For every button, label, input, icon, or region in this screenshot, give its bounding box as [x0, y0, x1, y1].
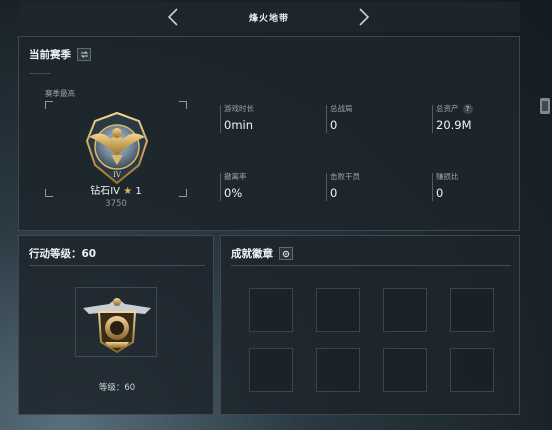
diamond-rank-emblem-icon: IV — [85, 111, 149, 185]
stat-label-text: 总资产 — [436, 104, 459, 113]
level-header: 行动等级：60 — [29, 246, 96, 261]
level-title: 行动等级：60 — [29, 248, 97, 260]
divider — [231, 265, 511, 266]
next-mode-button[interactable] — [354, 7, 374, 27]
badge-slot[interactable] — [316, 348, 360, 392]
season-best-label: 赛季最高 — [45, 89, 75, 98]
chevron-right-icon — [359, 8, 370, 26]
stat-label: 游戏时长 — [224, 104, 254, 113]
swap-icon — [80, 51, 88, 58]
previous-mode-button[interactable] — [163, 7, 183, 27]
rank-star-count: 1 — [135, 186, 142, 197]
chevron-left-icon — [167, 8, 178, 26]
star-icon: ★ — [123, 186, 133, 197]
divider — [29, 265, 205, 266]
stat-value: 0min — [224, 118, 254, 132]
stat-value: 0 — [330, 186, 338, 200]
stat-label: 击败干员 — [330, 172, 360, 181]
badges-header: 成就徽章 — [231, 246, 293, 261]
stat-value: 0 — [436, 186, 444, 200]
badges-settings-button[interactable] — [279, 247, 293, 260]
season-switch-button[interactable] — [77, 48, 91, 61]
rank-score: 3750 — [105, 199, 127, 209]
mode-title: 烽火地带 — [248, 13, 289, 24]
badge-slot[interactable] — [316, 288, 360, 332]
badge-slot[interactable] — [249, 348, 293, 392]
badge-slot[interactable] — [383, 288, 427, 332]
badges-title: 成就徽章 — [231, 248, 273, 260]
divider — [29, 73, 51, 74]
season-header: 当前赛季 — [29, 47, 91, 62]
side-handle-icon[interactable] — [538, 95, 552, 117]
badge-slot[interactable] — [383, 348, 427, 392]
rank-name: 钻石IV — [90, 186, 121, 197]
stat-value: 0 — [330, 118, 338, 132]
mode-switcher-bar: 烽火地带 — [18, 2, 520, 32]
stat-value: 20.9M — [436, 118, 472, 132]
current-season-panel: 当前赛季 赛季最高 IV 钻石IV ★ 1 3750 游戏时长 0min 总战局… — [18, 36, 520, 231]
svg-text:IV: IV — [113, 171, 122, 179]
season-title: 当前赛季 — [29, 49, 71, 61]
level-badge-icon — [83, 298, 151, 354]
level-value: 等级：60 — [98, 383, 136, 393]
help-icon[interactable]: ? — [462, 104, 473, 114]
settings-icon — [282, 250, 290, 257]
rank-label: 钻石IV ★ 1 — [45, 182, 187, 197]
level-emblem-frame — [75, 287, 157, 357]
stat-label: 总战局 — [330, 104, 353, 113]
achievement-badges-panel: 成就徽章 — [220, 235, 520, 415]
stat-value: 0% — [224, 186, 243, 200]
stat-label: 撤离率 — [224, 172, 247, 181]
badge-slot[interactable] — [249, 288, 293, 332]
action-level-panel: 行动等级：60 等级：60 — [18, 235, 214, 415]
stat-label: 赚损比 — [436, 172, 459, 181]
badge-slot[interactable] — [450, 288, 494, 332]
badge-slot[interactable] — [450, 348, 494, 392]
stat-label: 总资产? — [436, 103, 473, 114]
